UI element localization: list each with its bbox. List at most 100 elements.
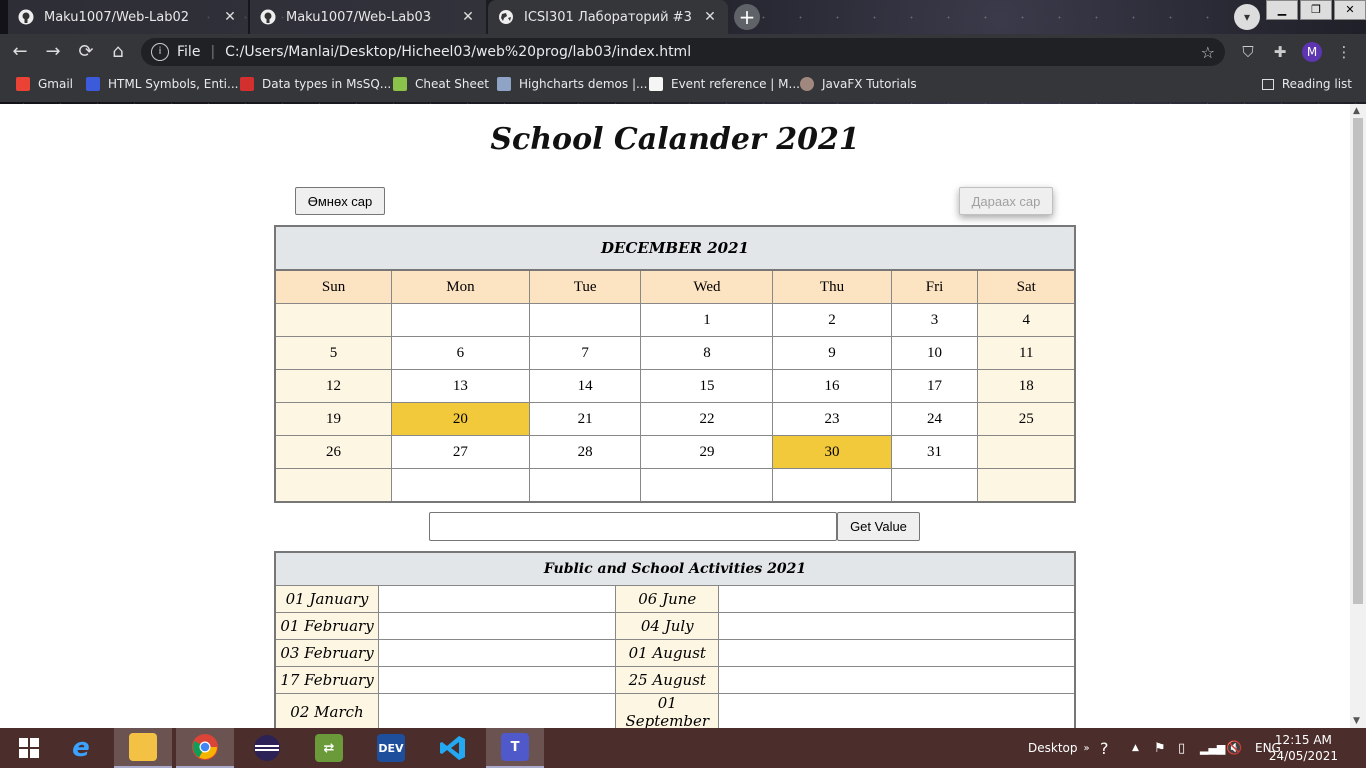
browser-tab-2[interactable]: Maku1007/Web-Lab03 ✕	[250, 0, 486, 34]
activity-date-cell: 03 February	[274, 639, 379, 667]
calendar-day-cell[interactable]: 7	[528, 336, 642, 370]
taskbar-dev-cpp[interactable]: DEV	[362, 728, 420, 768]
activity-date-cell: 01 September	[615, 693, 720, 728]
page-scrollbar[interactable]: ▲ ▼	[1350, 104, 1366, 728]
close-window-icon[interactable]: ✕	[1334, 0, 1366, 20]
previous-month-button[interactable]: Өмнөх сар	[295, 187, 385, 215]
cheat-sheet-icon	[393, 77, 407, 91]
calendar-day-cell[interactable]: 4	[977, 303, 1076, 337]
calendar-day-cell[interactable]: 28	[528, 435, 642, 469]
calendar-day-cell[interactable]: 5	[274, 336, 393, 370]
bookmark-javafx[interactable]: JavaFX Tutorials	[800, 77, 917, 91]
browser-toolbar: ← → ⟳ ⌂ i File | C:/Users/Manlai/Desktop…	[0, 34, 1366, 70]
calendar-day-cell[interactable]: 22	[640, 402, 774, 436]
scroll-up-icon[interactable]: ▲	[1353, 106, 1360, 116]
calendar-day-cell[interactable]: 31	[890, 435, 979, 469]
calendar-day-cell[interactable]: 30	[772, 435, 892, 469]
bookmark-event-reference[interactable]: Event reference | M...	[649, 77, 800, 91]
calendar-day-cell[interactable]: 8	[640, 336, 774, 370]
windows-start-button[interactable]	[0, 728, 58, 768]
calendar-day-cell[interactable]: 6	[391, 336, 530, 370]
bookmark-star-icon[interactable]: ☆	[1201, 43, 1215, 62]
bookmark-data-types[interactable]: Data types in MsSQ...	[240, 77, 391, 91]
calendar-day-cell[interactable]: 25	[977, 402, 1076, 436]
address-bar[interactable]: i File | C:/Users/Manlai/Desktop/Hicheel…	[141, 38, 1225, 66]
reload-icon[interactable]: ⟳	[74, 40, 98, 64]
forward-arrow-icon[interactable]: →	[41, 40, 65, 64]
taskbar-chrome[interactable]	[176, 728, 234, 768]
desktop-toolbar-label[interactable]: Desktop»	[1028, 728, 1090, 768]
back-arrow-icon[interactable]: ←	[8, 40, 32, 64]
bookmark-highcharts[interactable]: Highcharts demos |...	[497, 77, 647, 91]
calendar-day-cell[interactable]: 9	[772, 336, 892, 370]
volume-muted-icon[interactable]: 🔇	[1226, 728, 1242, 768]
calendar-day-cell[interactable]: 21	[528, 402, 642, 436]
calendar-day-cell[interactable]: 11	[977, 336, 1076, 370]
bookmark-cheat-sheet[interactable]: Cheat Sheet	[393, 77, 489, 91]
battery-icon[interactable]: ▯	[1178, 728, 1185, 768]
calendar-day-cell[interactable]: 19	[274, 402, 393, 436]
activity-description-cell	[377, 585, 617, 613]
browser-tab-3-active[interactable]: ICSI301 Лабораторий #3 ✕	[488, 0, 728, 34]
profile-avatar[interactable]: M	[1302, 42, 1322, 62]
calendar-day-cell[interactable]: 10	[890, 336, 979, 370]
calendar-day-cell[interactable]: 1	[640, 303, 774, 337]
taskbar-vscode[interactable]	[424, 728, 482, 768]
tab-title: Maku1007/Web-Lab03	[286, 9, 432, 25]
wifi-signal-icon[interactable]: ▂▄▆	[1200, 728, 1225, 768]
calendar-day-cell[interactable]: 20	[391, 402, 530, 436]
calendar-day-cell[interactable]: 13	[391, 369, 530, 403]
calendar-day-cell[interactable]: 17	[890, 369, 979, 403]
minimize-icon[interactable]: ▁	[1266, 0, 1298, 20]
calendar-day-cell[interactable]: 2	[772, 303, 892, 337]
scroll-down-icon[interactable]: ▼	[1353, 716, 1360, 726]
activity-date-cell: 01 February	[274, 612, 379, 640]
calendar-day-cell[interactable]: 3	[890, 303, 979, 337]
maximize-icon[interactable]: ❐	[1300, 0, 1332, 20]
value-input[interactable]	[429, 512, 837, 541]
reading-list-button[interactable]: Reading list	[1261, 77, 1352, 91]
help-icon[interactable]: ?	[1100, 728, 1109, 768]
calendar-day-cell[interactable]: 26	[274, 435, 393, 469]
activity-description-cell	[718, 639, 1076, 667]
url-text[interactable]: C:/Users/Manlai/Desktop/Hicheel03/web%20…	[225, 44, 691, 60]
close-tab-icon[interactable]: ✕	[702, 9, 718, 25]
calendar-day-cell[interactable]: 24	[890, 402, 979, 436]
scrollbar-thumb[interactable]	[1353, 118, 1363, 604]
tab-search-icon[interactable]: ▾	[1234, 4, 1260, 30]
show-hidden-icons-icon[interactable]: ▲	[1132, 728, 1139, 768]
next-month-button[interactable]: Дараах сар	[959, 187, 1053, 215]
calendar-day-cell[interactable]: 12	[274, 369, 393, 403]
calendar-empty-cell	[274, 303, 393, 337]
taskbar-eclipse[interactable]	[238, 728, 296, 768]
calendar-day-cell[interactable]: 27	[391, 435, 530, 469]
taskbar-teams[interactable]: T	[486, 728, 544, 768]
calendar-day-cell[interactable]: 15	[640, 369, 774, 403]
close-tab-icon[interactable]: ✕	[460, 9, 476, 25]
taskbar-arrows-app[interactable]: ⇄	[300, 728, 358, 768]
calendar-day-cell[interactable]: 29	[640, 435, 774, 469]
taskbar-internet-explorer[interactable]: e	[52, 728, 110, 768]
shield-extension-icon[interactable]: ⛉	[1238, 42, 1258, 62]
tab-title: ICSI301 Лабораторий #3	[524, 9, 692, 25]
info-icon[interactable]: i	[151, 43, 169, 61]
home-icon[interactable]: ⌂	[106, 40, 130, 64]
system-clock[interactable]: 12:15 AM 24/05/2021	[1269, 732, 1338, 764]
bookmark-gmail[interactable]: Gmail	[16, 77, 73, 91]
bookmark-html-symbols[interactable]: HTML Symbols, Enti...	[86, 77, 238, 91]
calendar-week-row: 1234	[274, 303, 1076, 337]
get-value-button[interactable]: Get Value	[837, 512, 920, 541]
new-tab-button[interactable]: +	[734, 4, 760, 30]
taskbar-file-explorer[interactable]	[114, 728, 172, 768]
menu-kebab-icon[interactable]: ⋮	[1334, 42, 1354, 62]
close-tab-icon[interactable]: ✕	[222, 9, 238, 25]
calendar-day-cell[interactable]: 16	[772, 369, 892, 403]
calendar-day-cell[interactable]: 18	[977, 369, 1076, 403]
browser-tab-1[interactable]: Maku1007/Web-Lab02 ✕	[8, 0, 248, 34]
calendar-day-cell[interactable]: 14	[528, 369, 642, 403]
extensions-puzzle-icon[interactable]: ✚	[1270, 42, 1290, 62]
mdn-icon	[649, 77, 663, 91]
flag-icon[interactable]: ⚑	[1154, 728, 1166, 768]
activity-row: 01 February 04 July	[274, 612, 1076, 640]
calendar-day-cell[interactable]: 23	[772, 402, 892, 436]
